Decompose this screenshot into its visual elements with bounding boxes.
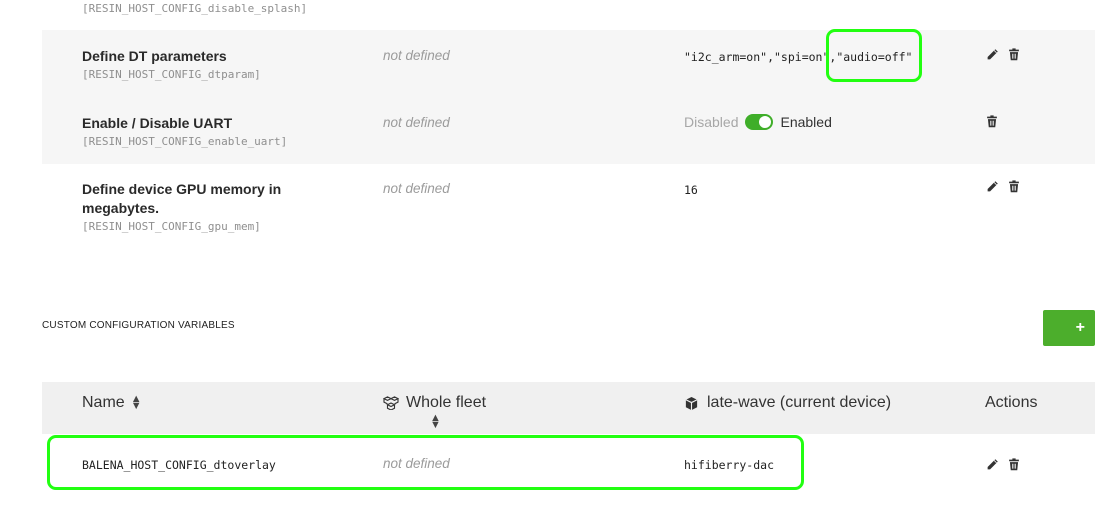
config-row-dtparam: Define DT parameters [RESIN_HOST_CONFIG_… bbox=[42, 30, 1095, 97]
column-header-device[interactable]: late-wave (current device) bbox=[684, 394, 891, 412]
sort-icon[interactable]: ▲ ▼ bbox=[131, 394, 142, 412]
column-label: Name bbox=[82, 394, 125, 411]
pencil-icon[interactable] bbox=[986, 458, 1000, 472]
uart-toggle-switch[interactable] bbox=[745, 114, 774, 130]
variable-title: Enable / Disable UART bbox=[82, 115, 233, 131]
add-variable-button[interactable]: + bbox=[1043, 310, 1095, 346]
table-header: Name ▲ ▼ Whole fleet ▲ ▼ late-wave (curren… bbox=[42, 382, 1095, 434]
config-row-uart: Enable / Disable UART [RESIN_HOST_CONFIG… bbox=[42, 97, 1095, 164]
fleet-value: not defined bbox=[383, 48, 450, 63]
column-header-fleet[interactable]: Whole fleet bbox=[383, 394, 486, 412]
cube-icon bbox=[684, 396, 699, 411]
variable-key: [RESIN_HOST_CONFIG_enable_uart] bbox=[82, 135, 288, 148]
uart-toggle-group: Disabled Enabled bbox=[684, 114, 832, 130]
pencil-icon[interactable] bbox=[986, 48, 1000, 62]
highlight-audio-off bbox=[826, 29, 922, 82]
variable-title: Define DT parameters bbox=[82, 48, 227, 64]
trash-icon[interactable] bbox=[1008, 48, 1022, 62]
toggle-off-label: Disabled bbox=[684, 114, 739, 130]
pencil-icon[interactable] bbox=[986, 180, 1000, 194]
config-row-gpu-mem: Define device GPU memory in megabytes. [… bbox=[42, 164, 1095, 249]
device-value[interactable]: 16 bbox=[684, 183, 698, 197]
fleet-value: not defined bbox=[383, 115, 450, 130]
variable-key: [RESIN_HOST_CONFIG_disable_splash] bbox=[82, 2, 308, 15]
fleet-value: not defined bbox=[383, 181, 450, 196]
variable-key: [RESIN_HOST_CONFIG_gpu_mem] bbox=[82, 220, 261, 233]
column-header-name[interactable]: Name ▲ ▼ bbox=[82, 394, 142, 412]
variable-title-line1: Define device GPU memory in bbox=[82, 181, 282, 197]
highlight-custom-row bbox=[47, 435, 804, 490]
trash-icon[interactable] bbox=[986, 115, 1000, 129]
variable-title-line2: megabytes. bbox=[82, 200, 160, 216]
toggle-on-label: Enabled bbox=[780, 114, 832, 130]
trash-icon[interactable] bbox=[1008, 180, 1022, 194]
section-title: CUSTOM CONFIGURATION VARIABLES bbox=[42, 320, 235, 331]
cubes-icon bbox=[383, 396, 399, 410]
config-row-disable-splash: [RESIN_HOST_CONFIG_disable_splash] bbox=[42, 0, 1095, 30]
sort-icon[interactable]: ▲ ▼ bbox=[430, 413, 441, 431]
column-label: late-wave (current device) bbox=[707, 394, 892, 411]
column-label: Whole fleet bbox=[406, 394, 487, 411]
trash-icon[interactable] bbox=[1008, 458, 1022, 472]
column-header-actions: Actions bbox=[985, 394, 1038, 411]
variable-key: [RESIN_HOST_CONFIG_dtparam] bbox=[82, 68, 261, 81]
